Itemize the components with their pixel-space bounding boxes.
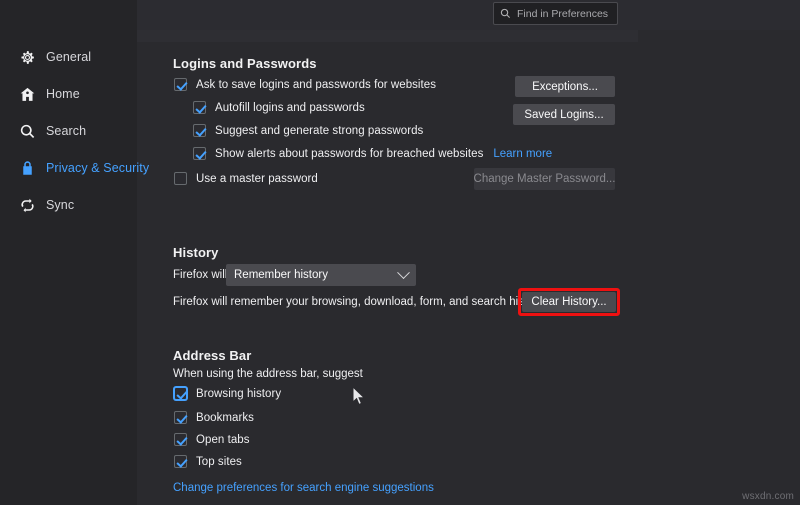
address-bar-subtitle: When using the address bar, suggest [173, 368, 363, 380]
history-description: Firefox will remember your browsing, dow… [173, 296, 545, 308]
watermark: wsxdn.com [742, 491, 794, 502]
suggest-strong-label: Suggest and generate strong passwords [215, 125, 423, 137]
learn-more-link[interactable]: Learn more [493, 148, 552, 160]
sidebar-item-general[interactable]: General [0, 42, 137, 72]
saved-logins-button[interactable]: Saved Logins... [513, 104, 615, 125]
open-tabs-row[interactable]: Open tabs [174, 433, 250, 446]
gear-icon [19, 49, 36, 66]
open-tabs-label: Open tabs [196, 434, 250, 446]
top-sites-row[interactable]: Top sites [174, 455, 242, 468]
top-sites-label: Top sites [196, 456, 242, 468]
open-tabs-checkbox[interactable] [174, 433, 187, 446]
history-mode-select[interactable]: Remember history [226, 264, 416, 286]
top-sites-checkbox[interactable] [174, 455, 187, 468]
sync-icon [19, 197, 36, 214]
search-engine-preferences-link[interactable]: Change preferences for search engine sug… [173, 482, 434, 494]
firefox-will-label: Firefox will [173, 269, 227, 281]
history-section-title: History [173, 245, 219, 260]
sidebar-nav: General Home Search Privacy & Security S [0, 42, 137, 227]
autofill-checkbox[interactable] [193, 101, 206, 114]
change-master-password-button: Change Master Password... [474, 168, 615, 190]
home-icon [19, 86, 36, 103]
chevron-down-icon [397, 266, 410, 279]
sidebar-item-home[interactable]: Home [0, 79, 137, 109]
master-password-label: Use a master password [196, 173, 318, 185]
sidebar-item-search[interactable]: Search [0, 116, 137, 146]
bookmarks-label: Bookmarks [196, 412, 254, 424]
breach-alerts-row[interactable]: Show alerts about passwords for breached… [193, 147, 552, 160]
ask-to-save-row[interactable]: Ask to save logins and passwords for web… [174, 78, 436, 91]
browsing-history-checkbox[interactable] [174, 387, 187, 400]
breach-alerts-checkbox[interactable] [193, 147, 206, 160]
clear-history-button[interactable]: Clear History... [522, 292, 616, 312]
sidebar-item-label: Sync [46, 198, 74, 212]
autofill-label: Autofill logins and passwords [215, 102, 365, 114]
history-mode-value: Remember history [234, 269, 399, 281]
lock-icon [19, 160, 36, 177]
sidebar-item-label: Home [46, 87, 80, 101]
sidebar-item-sync[interactable]: Sync [0, 190, 137, 220]
browsing-history-label: Browsing history [196, 388, 281, 400]
sidebar-item-privacy-security[interactable]: Privacy & Security [0, 153, 137, 183]
autofill-row[interactable]: Autofill logins and passwords [193, 101, 365, 114]
ask-to-save-label: Ask to save logins and passwords for web… [196, 79, 436, 91]
main-content: Logins and Passwords Ask to save logins … [137, 0, 800, 505]
suggest-strong-checkbox[interactable] [193, 124, 206, 137]
sidebar-item-label: Privacy & Security [46, 161, 149, 175]
sidebar-item-label: General [46, 50, 91, 64]
preferences-window: General Home Search Privacy & Security S [0, 0, 800, 505]
master-password-row[interactable]: Use a master password [174, 172, 318, 185]
exceptions-button[interactable]: Exceptions... [515, 76, 615, 97]
browsing-history-row[interactable]: Browsing history [174, 387, 281, 400]
bookmarks-checkbox[interactable] [174, 411, 187, 424]
master-password-checkbox[interactable] [174, 172, 187, 185]
logins-section-title: Logins and Passwords [173, 56, 317, 71]
ask-to-save-checkbox[interactable] [174, 78, 187, 91]
address-bar-section-title: Address Bar [173, 348, 251, 363]
search-icon [19, 123, 36, 140]
suggest-strong-row[interactable]: Suggest and generate strong passwords [193, 124, 423, 137]
breach-alerts-label: Show alerts about passwords for breached… [215, 148, 483, 160]
sidebar-item-label: Search [46, 124, 86, 138]
bookmarks-row[interactable]: Bookmarks [174, 411, 254, 424]
